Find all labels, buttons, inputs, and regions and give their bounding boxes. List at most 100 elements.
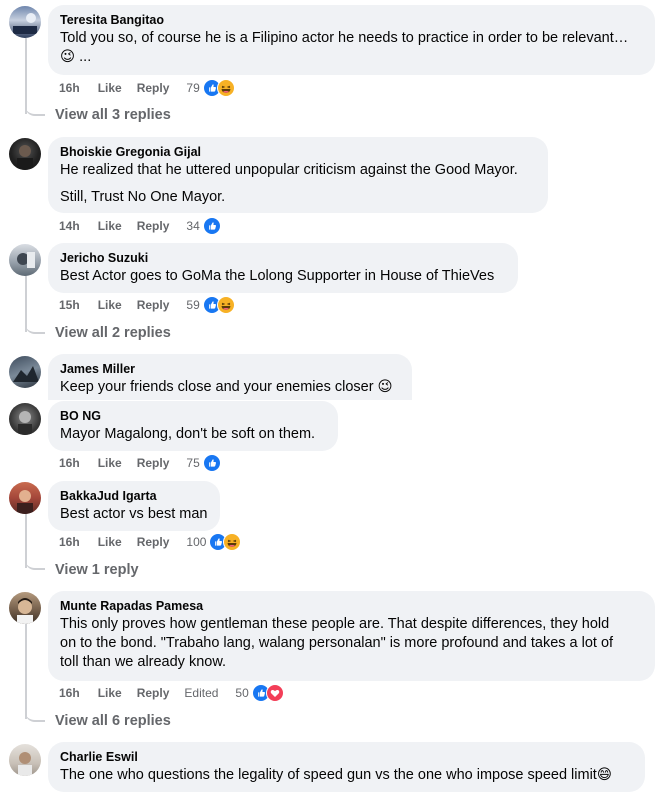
comment-bubble: BO NG Mayor Magalong, don't be soft on t… xyxy=(48,401,338,451)
haha-icon xyxy=(223,533,242,551)
comment-line: Told you so, of course he is a Filipino … xyxy=(60,30,629,46)
reply-button[interactable]: Reply xyxy=(137,535,170,549)
comment-time[interactable]: 16h xyxy=(59,686,80,700)
comment-time[interactable]: 16h xyxy=(59,456,80,470)
comment-author[interactable]: Charlie Eswil xyxy=(60,749,633,766)
like-button[interactable]: Like xyxy=(98,219,122,233)
like-button[interactable]: Like xyxy=(98,456,122,470)
reaction-count: 75 xyxy=(186,456,200,470)
like-button[interactable]: Like xyxy=(98,686,122,700)
comment-line: Best Actor goes to GoMa the Lolong Suppo… xyxy=(60,268,495,284)
avatar[interactable] xyxy=(9,356,41,388)
reaction-summary[interactable]: 50 xyxy=(235,684,284,702)
comment-author[interactable]: BO NG xyxy=(60,408,326,425)
avatar-image xyxy=(18,752,32,776)
comment-line: Best actor vs best man xyxy=(60,506,208,522)
reaction-summary[interactable]: 79 xyxy=(186,79,235,97)
comment-actions: 16h Like Reply 100 xyxy=(59,532,242,552)
love-icon xyxy=(265,684,284,702)
avatar-image xyxy=(17,598,33,624)
reply-connector xyxy=(25,100,45,116)
comment-text: This only proves how gentleman these peo… xyxy=(60,615,643,672)
comment-actions: 16h Like Reply 79 xyxy=(59,78,235,98)
comment-text: Best actor vs best man xyxy=(60,505,208,524)
comment-author[interactable]: Munte Rapadas Pamesa xyxy=(60,598,643,615)
avatar[interactable] xyxy=(9,138,41,170)
comment-author[interactable]: BakkaJud Igarta xyxy=(60,488,208,505)
comment-time[interactable]: 16h xyxy=(59,535,80,549)
reaction-summary[interactable]: 59 xyxy=(186,296,235,314)
comment-text: Mayor Magalong, don't be soft on them. xyxy=(60,425,326,444)
reply-button[interactable]: Reply xyxy=(137,456,170,470)
comment-time[interactable]: 15h xyxy=(59,298,80,312)
comment-text: The one who questions the legality of sp… xyxy=(60,766,633,785)
reaction-count: 59 xyxy=(186,298,200,312)
comment-line: Mayor Magalong, don't be soft on them. xyxy=(60,426,316,442)
comment-bubble: Jericho Suzuki Best Actor goes to GoMa t… xyxy=(48,243,518,293)
comment-line: on to the bond. "Trabaho lang, walang pe… xyxy=(60,635,614,651)
view-replies-link[interactable]: View all 2 replies xyxy=(55,325,171,341)
haha-icon xyxy=(216,79,235,97)
avatar[interactable] xyxy=(9,744,41,776)
reply-connector xyxy=(25,706,45,722)
comment-bubble: James Miller Keep your friends close and… xyxy=(48,354,412,400)
comment-time[interactable]: 14h xyxy=(59,219,80,233)
avatar[interactable] xyxy=(9,482,41,514)
comment-author[interactable]: Bhoiskie Gregonia Gijal xyxy=(60,144,536,161)
haha-icon xyxy=(216,296,235,314)
avatar-image xyxy=(17,145,33,170)
avatar-image xyxy=(17,252,35,268)
comment-bubble: Teresita Bangitao Told you so, of course… xyxy=(48,5,655,75)
comment-line: The one who questions the legality of sp… xyxy=(60,767,612,783)
avatar-image xyxy=(18,411,32,435)
reaction-summary[interactable]: 75 xyxy=(186,454,221,472)
reply-connector xyxy=(25,318,45,334)
like-button[interactable]: Like xyxy=(98,81,122,95)
comment-line: toll than we already know. xyxy=(60,654,227,670)
like-button[interactable]: Like xyxy=(98,535,122,549)
comment-bubble: Munte Rapadas Pamesa This only proves ho… xyxy=(48,591,655,681)
avatar[interactable] xyxy=(9,592,41,624)
avatar-image xyxy=(17,490,33,514)
comment-text: He realized that he uttered unpopular cr… xyxy=(60,161,536,207)
like-icon xyxy=(202,454,221,472)
view-replies-link[interactable]: View 1 reply xyxy=(55,562,139,578)
edited-label[interactable]: Edited xyxy=(184,686,218,700)
comment-author[interactable]: Jericho Suzuki xyxy=(60,250,506,267)
comment-line: Still, Trust No One Mayor. xyxy=(60,189,226,205)
avatar[interactable] xyxy=(9,403,41,435)
reply-connector xyxy=(25,554,45,570)
comment-actions: 16h Like Reply Edited 50 xyxy=(59,683,284,703)
comment-actions: 16h Like Reply 75 xyxy=(59,453,221,473)
comment-line: This only proves how gentleman these peo… xyxy=(60,616,610,632)
comment-author[interactable]: Teresita Bangitao xyxy=(60,12,643,29)
reply-button[interactable]: Reply xyxy=(137,81,170,95)
comment-bubble: Bhoiskie Gregonia Gijal He realized that… xyxy=(48,137,548,213)
comment-bubble: Charlie Eswil The one who questions the … xyxy=(48,742,645,792)
comment-line: He realized that he uttered unpopular cr… xyxy=(60,162,518,178)
comment-time[interactable]: 16h xyxy=(59,81,80,95)
reply-button[interactable]: Reply xyxy=(137,686,170,700)
view-replies-link[interactable]: View all 3 replies xyxy=(55,107,171,123)
view-replies-link[interactable]: View all 6 replies xyxy=(55,713,171,729)
like-icon xyxy=(202,217,221,235)
avatar-image xyxy=(13,366,39,382)
reply-button[interactable]: Reply xyxy=(137,298,170,312)
comment-text: Told you so, of course he is a Filipino … xyxy=(60,29,643,67)
reaction-summary[interactable]: 34 xyxy=(186,217,221,235)
reply-button[interactable]: Reply xyxy=(137,219,170,233)
avatar[interactable] xyxy=(9,6,41,38)
comment-line: Keep your friends close and your enemies… xyxy=(60,379,393,395)
avatar[interactable] xyxy=(9,244,41,276)
reaction-summary[interactable]: 100 xyxy=(186,533,242,551)
comment-text: Keep your friends close and your enemies… xyxy=(60,378,400,397)
comment-author[interactable]: James Miller xyxy=(60,361,400,378)
thread-line xyxy=(25,624,27,719)
reaction-count: 100 xyxy=(186,535,207,549)
like-button[interactable]: Like xyxy=(98,298,122,312)
reaction-count: 79 xyxy=(186,81,200,95)
comment-text: Best Actor goes to GoMa the Lolong Suppo… xyxy=(60,267,506,286)
reaction-count: 34 xyxy=(186,219,200,233)
comment-actions: 15h Like Reply 59 xyxy=(59,295,235,315)
comment-bubble: BakkaJud Igarta Best actor vs best man xyxy=(48,481,220,531)
